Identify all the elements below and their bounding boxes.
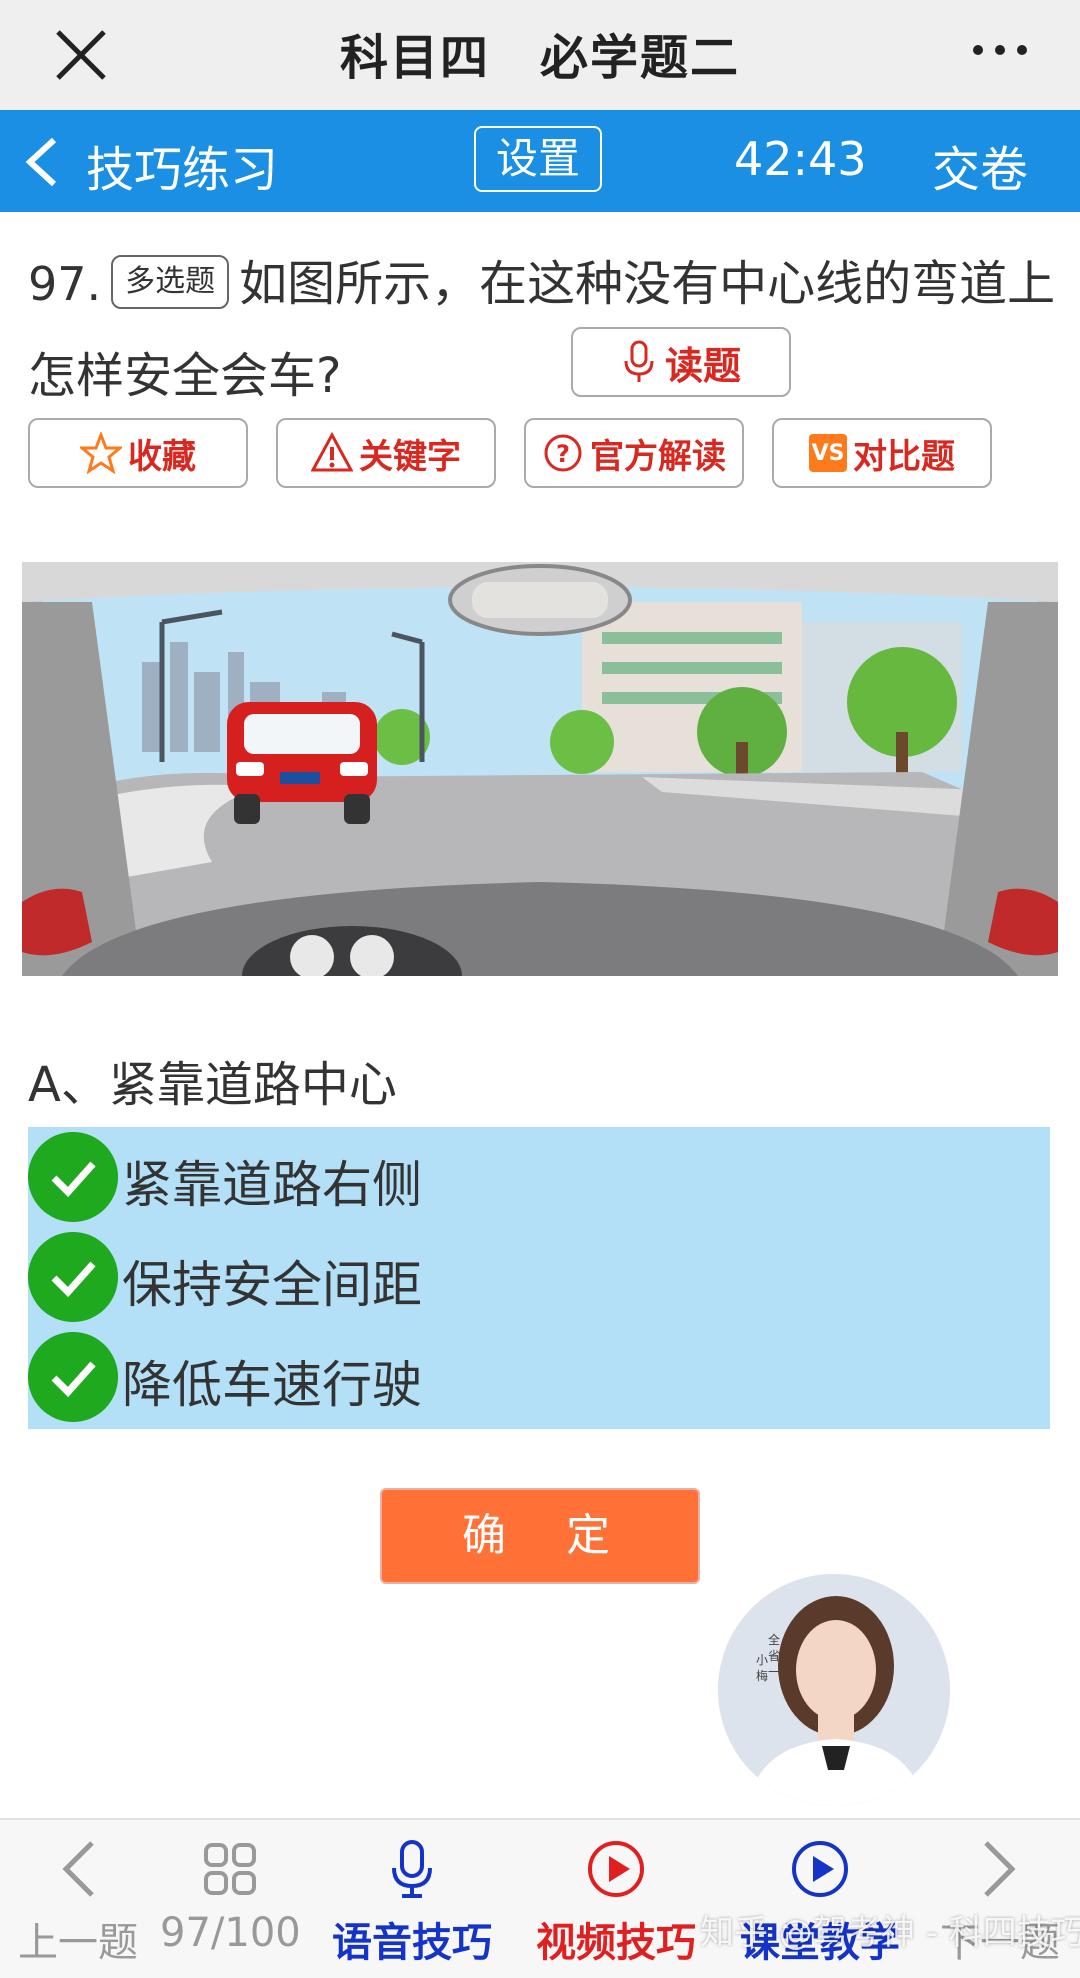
nav-bar: 技巧练习 设置 42:43 交卷 [0,110,1080,212]
option-b-label: 紧靠道路右侧 [122,1156,422,1214]
question-number: 97. [28,257,102,311]
watermark: 知乎 @驾考神 - 科四技巧 [700,1913,1080,1953]
official-explanation-label: 官方解读 [590,436,726,477]
more-icon[interactable] [970,30,1030,70]
svg-text:一: 一 [768,1665,780,1679]
question-tools: 收藏 关键字 ? 官方解读 VS 对比题 [28,418,992,488]
back-icon[interactable] [22,136,62,188]
keyword-button[interactable]: 关键字 [276,418,496,488]
play-icon [588,1841,644,1897]
svg-text:?: ? [556,440,570,468]
option-b[interactable]: 紧靠道路右侧 [28,1127,1050,1227]
option-c-label: 保持安全间距 [122,1256,422,1314]
svg-text:省: 省 [768,1649,780,1663]
chevron-right-icon [984,1841,1016,1897]
question-index-button[interactable]: 97/100 [160,1834,301,1956]
prev-question-button[interactable]: 上一题 [8,1834,148,1968]
grid-icon [204,1843,256,1895]
selected-answers: 紧靠道路右侧 保持安全间距 降低车速行驶 [28,1127,1050,1429]
vs-icon: VS [809,434,847,472]
microphone-icon [392,1840,432,1898]
check-icon [28,1232,118,1322]
svg-text:小: 小 [756,1653,768,1667]
title-bar: 科目四 必学题二 [0,0,1080,110]
option-a[interactable]: A、紧靠道路中心 [28,1045,397,1115]
prev-question-label: 上一题 [18,1920,138,1966]
star-icon [80,432,122,474]
question-text: 97. 多选题 如图所示，在这种没有中心线的弯道上怎样安全会车? [28,238,1058,422]
submit-exam-button[interactable]: 交卷 [932,130,1028,200]
settings-button[interactable]: 设置 [474,126,602,192]
read-question-button[interactable]: 读题 [571,327,791,397]
bottom-nav: 上一题 97/100 语音技巧 视频技巧 课堂教学 下一题 [0,1818,1080,1978]
compare-question-label: 对比题 [853,436,955,477]
question-illustration [22,562,1058,976]
option-d[interactable]: 降低车速行驶 [28,1327,1050,1427]
video-tips-label: 视频技巧 [536,1920,696,1966]
favorite-label: 收藏 [128,436,196,477]
svg-text:全: 全 [768,1632,780,1647]
compare-question-button[interactable]: VS 对比题 [772,418,992,488]
question-type-badge: 多选题 [111,255,230,309]
svg-text:梅: 梅 [756,1668,768,1683]
read-question-label: 读题 [664,343,741,388]
exam-timer: 42:43 [734,132,867,186]
check-icon [28,1132,118,1222]
confirm-button[interactable]: 确 定 [380,1488,700,1584]
official-explanation-button[interactable]: ? 官方解读 [524,418,744,488]
voice-tips-button[interactable]: 语音技巧 [322,1834,502,1968]
option-c[interactable]: 保持安全间距 [28,1227,1050,1327]
favorite-button[interactable]: 收藏 [28,418,248,488]
question-icon: ? [542,432,584,474]
back-button[interactable]: 技巧练习 [86,130,278,200]
teacher-avatar[interactable]: 全省一 小梅 [718,1574,950,1806]
chevron-left-icon [62,1841,94,1897]
warning-icon [311,432,353,474]
question-index-label: 97/100 [160,1910,301,1956]
microphone-icon [624,340,654,382]
voice-tips-label: 语音技巧 [332,1920,492,1966]
play-circle-icon [792,1841,848,1897]
keyword-label: 关键字 [359,436,461,477]
check-icon [28,1332,118,1422]
video-tips-button[interactable]: 视频技巧 [526,1834,706,1968]
option-d-label: 降低车速行驶 [122,1356,422,1414]
window-title: 科目四 必学题二 [339,30,740,86]
